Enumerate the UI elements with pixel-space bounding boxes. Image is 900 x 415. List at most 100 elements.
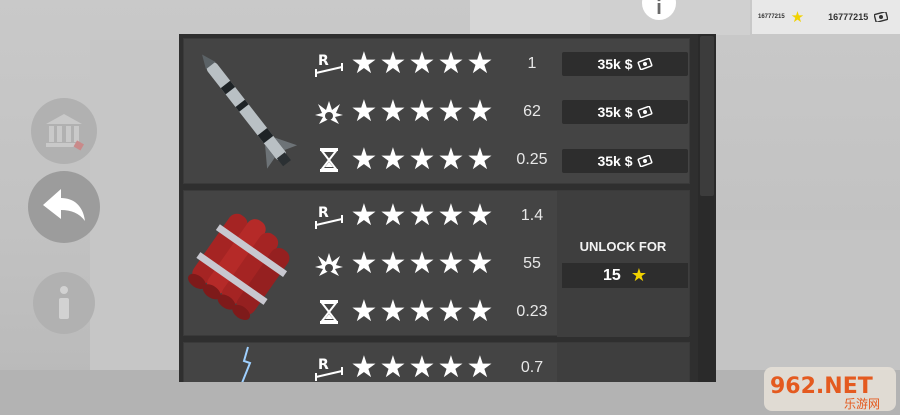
range-icon: R — [312, 351, 346, 382]
star: ★ — [379, 247, 407, 280]
rating-stars: ★ ★ ★ ★ ★ — [350, 297, 494, 327]
star: ★ — [350, 143, 378, 176]
unlock-cost: 15 — [603, 266, 621, 284]
cash-icon — [637, 155, 652, 167]
back-button[interactable] — [28, 171, 100, 243]
stat-value: 1 — [527, 55, 537, 72]
info-button[interactable] — [33, 272, 95, 334]
star: ★ — [437, 351, 465, 383]
star: ★ — [437, 247, 465, 280]
scrollbar-track[interactable] — [698, 34, 716, 382]
stat-row-range: R ★ ★ ★ ★ ★ 0.7 — [312, 351, 543, 383]
svg-text:R: R — [318, 205, 329, 221]
stat-value: 55 — [523, 255, 541, 272]
weapon-upgrade-panel: R ★ ★ ★ ★ ★ 1 35k $ ★ ★ ★ ★ ★ 62 35k $ ★… — [179, 34, 716, 382]
unlock-section — [557, 343, 689, 382]
stat-row-damage: ★ ★ ★ ★ ★ 55 — [312, 247, 541, 281]
star: ★ — [379, 351, 407, 383]
weapon-card-lightning: R ★ ★ ★ ★ ★ 0.7 — [183, 342, 690, 382]
star: ★ — [350, 295, 378, 328]
bank-icon — [46, 114, 84, 151]
hourglass-icon — [312, 295, 346, 329]
range-icon: R — [312, 47, 346, 81]
weapon-card-missile: R ★ ★ ★ ★ ★ 1 35k $ ★ ★ ★ ★ ★ 62 35k $ ★… — [183, 38, 690, 184]
stat-value: 0.23 — [516, 303, 548, 320]
stat-value: 0.7 — [520, 359, 544, 376]
star: ★ — [437, 95, 465, 128]
star: ★ — [350, 95, 378, 128]
star: ★ — [408, 95, 436, 128]
unlock-label: UNLOCK FOR — [579, 239, 667, 254]
svg-text:R: R — [318, 53, 329, 69]
stat-row-range: R ★ ★ ★ ★ ★ 1 — [312, 47, 536, 81]
explosion-icon — [312, 247, 346, 281]
star: ★ — [437, 47, 465, 80]
cash-amount: 16777215 — [828, 12, 869, 22]
rating-stars: ★ ★ ★ ★ ★ — [350, 97, 494, 127]
upgrade-reload-button[interactable]: 35k $ — [562, 149, 688, 173]
star: ★ — [437, 295, 465, 328]
watermark-text: 962.NET — [770, 374, 873, 399]
star-icon: ★ — [790, 8, 805, 26]
upgrade-range-button[interactable]: 35k $ — [562, 52, 688, 76]
currency-bar: 16777215 ★ 16777215 — [752, 0, 900, 34]
star: ★ — [466, 247, 494, 280]
rating-stars: ★ ★ ★ ★ ★ — [350, 145, 494, 175]
star: ★ — [350, 199, 378, 232]
star-icon: ★ — [630, 265, 647, 285]
star: ★ — [466, 143, 494, 176]
star: ★ — [437, 143, 465, 176]
price-label: 35k $ — [597, 56, 633, 72]
range-icon: R — [312, 199, 346, 233]
stat-value: 1.4 — [520, 207, 544, 224]
star: ★ — [350, 351, 378, 383]
star: ★ — [466, 47, 494, 80]
star: ★ — [408, 295, 436, 328]
star: ★ — [466, 351, 494, 383]
cash-icon — [874, 12, 889, 22]
bank-button[interactable] — [31, 98, 97, 164]
cash-icon — [637, 58, 652, 70]
dynamite-image — [188, 213, 290, 320]
weapon-card-dynamite: R ★ ★ ★ ★ ★ 1.4 ★ ★ ★ ★ ★ 55 ★ ★ ★ ★ ★ 0.23 — [183, 190, 690, 337]
star: ★ — [408, 351, 436, 383]
cash-icon — [637, 106, 652, 118]
stat-value: 0.25 — [516, 151, 548, 168]
site-watermark: 962.NET 乐游网 — [764, 367, 896, 411]
rating-stars: ★ ★ ★ ★ ★ — [350, 249, 494, 279]
star: ★ — [408, 47, 436, 80]
star: ★ — [350, 47, 378, 80]
rating-stars: ★ ★ ★ ★ ★ — [350, 201, 494, 231]
star: ★ — [379, 95, 407, 128]
stat-value: 62 — [523, 103, 541, 120]
star: ★ — [379, 47, 407, 80]
star: ★ — [466, 295, 494, 328]
unlock-button[interactable]: 15 ★ — [562, 263, 688, 288]
explosion-icon — [312, 95, 346, 129]
star: ★ — [408, 143, 436, 176]
stat-row-range: R ★ ★ ★ ★ ★ 1.4 — [312, 199, 543, 233]
price-label: 35k $ — [597, 153, 633, 169]
star: ★ — [408, 247, 436, 280]
scrollbar-thumb[interactable] — [700, 36, 714, 196]
upgrade-damage-button[interactable]: 35k $ — [562, 100, 688, 124]
watermark-subtext: 乐游网 — [844, 397, 880, 411]
rating-stars: ★ ★ ★ ★ ★ — [350, 49, 494, 79]
unlock-section: UNLOCK FOR 15 ★ — [557, 191, 689, 337]
star: ★ — [379, 295, 407, 328]
star: ★ — [466, 199, 494, 232]
star: ★ — [379, 199, 407, 232]
star: ★ — [437, 199, 465, 232]
missile-image — [202, 54, 298, 169]
star: ★ — [379, 143, 407, 176]
star: ★ — [350, 247, 378, 280]
stat-row-damage: ★ ★ ★ ★ ★ 62 — [312, 95, 541, 129]
stat-row-reload: ★ ★ ★ ★ ★ 0.25 — [312, 143, 548, 177]
background-block — [90, 40, 190, 370]
stars-amount: 16777215 — [758, 14, 785, 20]
svg-text:R: R — [318, 357, 329, 373]
info-icon: i — [656, 0, 662, 19]
star: ★ — [408, 199, 436, 232]
price-label: 35k $ — [597, 104, 633, 120]
star: ★ — [466, 95, 494, 128]
